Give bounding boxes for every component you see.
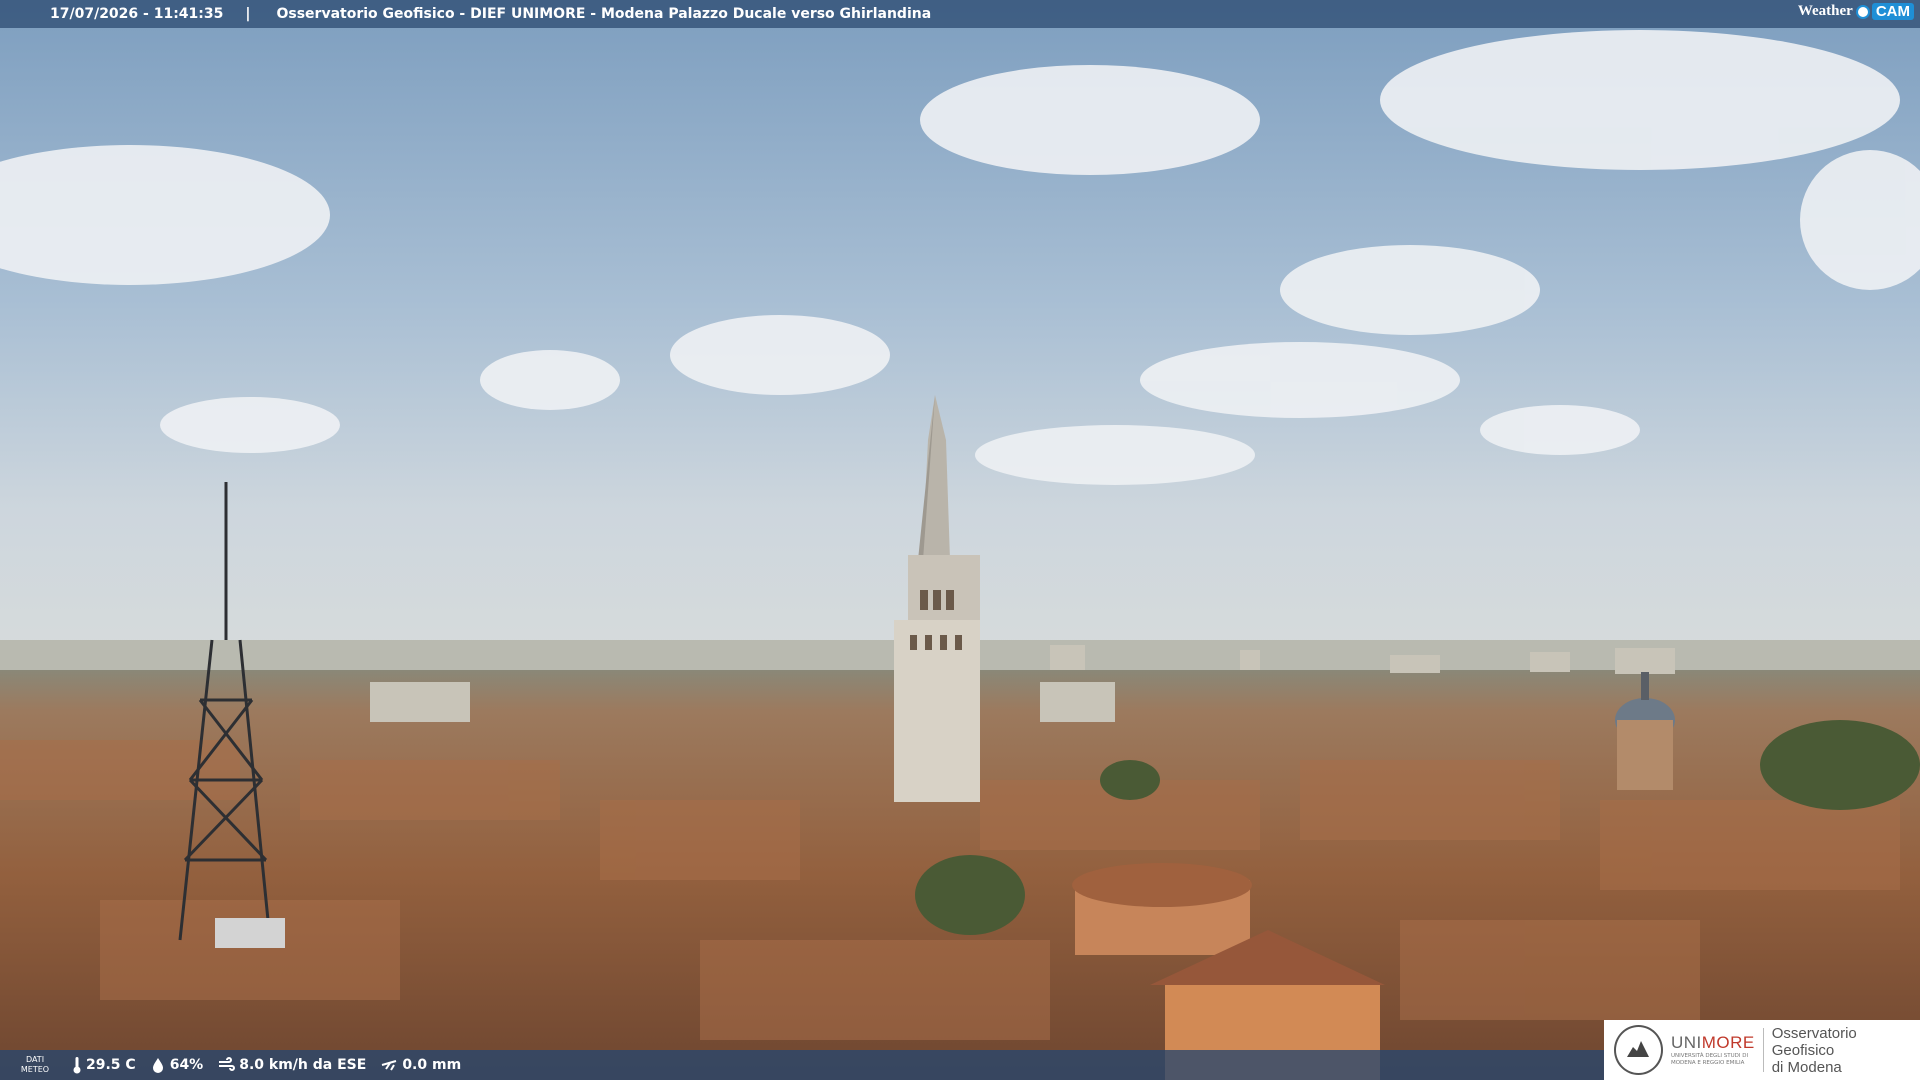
unimore-name-part1: UNI — [1670, 1033, 1702, 1052]
rain-reading: 0.0 mm — [380, 1057, 461, 1073]
rain-value: 0.0 mm — [402, 1057, 462, 1073]
humidity-value: 64% — [169, 1057, 204, 1073]
observatory-line1: Osservatorio Geofisico — [1771, 1024, 1857, 1059]
unimore-wordmark: UNIMORE UNIVERSITÀ DEGLI STUDI DI MODENA… — [1671, 1033, 1755, 1067]
temperature-value: 29.5 C — [86, 1057, 136, 1073]
humidity-drop-icon — [152, 1058, 163, 1073]
camera-title: Osservatorio Geofisico - DIEF UNIMORE - … — [276, 6, 932, 22]
weathercam-logo: Weather CAM — [1798, 3, 1914, 20]
weather-label: DATI METEO — [12, 1055, 58, 1075]
weather-label-line2: METEO — [20, 1065, 50, 1074]
observatory-name: Osservatorio Geofisico di Modena — [1772, 1025, 1920, 1076]
weather-label-line1: DATI — [25, 1055, 45, 1064]
weather-data-bar: DATI METEO 29.5 C 64% 8.0 km/h da ESE 0.… — [0, 1050, 1604, 1080]
humidity-reading: 64% — [150, 1057, 204, 1073]
unimore-name: UNIMORE — [1671, 1033, 1755, 1053]
webcam-scene — [0, 0, 1920, 1080]
timestamp: 17/07/2026 - 11:41:35 — [50, 6, 224, 22]
logo-divider — [1762, 1028, 1764, 1072]
brand-weather: Weather — [1797, 3, 1853, 19]
unimore-subtitle: UNIVERSITÀ DEGLI STUDI DI MODENA E REGGI… — [1670, 1053, 1749, 1066]
rain-gauge-icon — [382, 1060, 397, 1071]
wind-icon — [219, 1057, 236, 1071]
temperature-reading: 29.5 C — [72, 1056, 136, 1074]
observatory-line2: di Modena — [1771, 1058, 1842, 1076]
caption-bar: 17/07/2026 - 11:41:35 | Osservatorio Geo… — [0, 0, 1920, 28]
brand-cam: CAM — [1871, 3, 1914, 20]
thermometer-icon — [73, 1057, 81, 1074]
caption-separator: | — [245, 6, 251, 22]
antenna-equipment — [215, 918, 285, 948]
unimore-name-part2: MORE — [1701, 1033, 1755, 1052]
unimore-logo: UNIMORE UNIVERSITÀ DEGLI STUDI DI MODENA… — [1604, 1020, 1920, 1080]
wind-reading: 8.0 km/h da ESE — [217, 1057, 366, 1073]
wind-value: 8.0 km/h da ESE — [239, 1057, 367, 1073]
brand-dot-icon — [1855, 4, 1870, 19]
university-seal-icon — [1614, 1025, 1663, 1075]
